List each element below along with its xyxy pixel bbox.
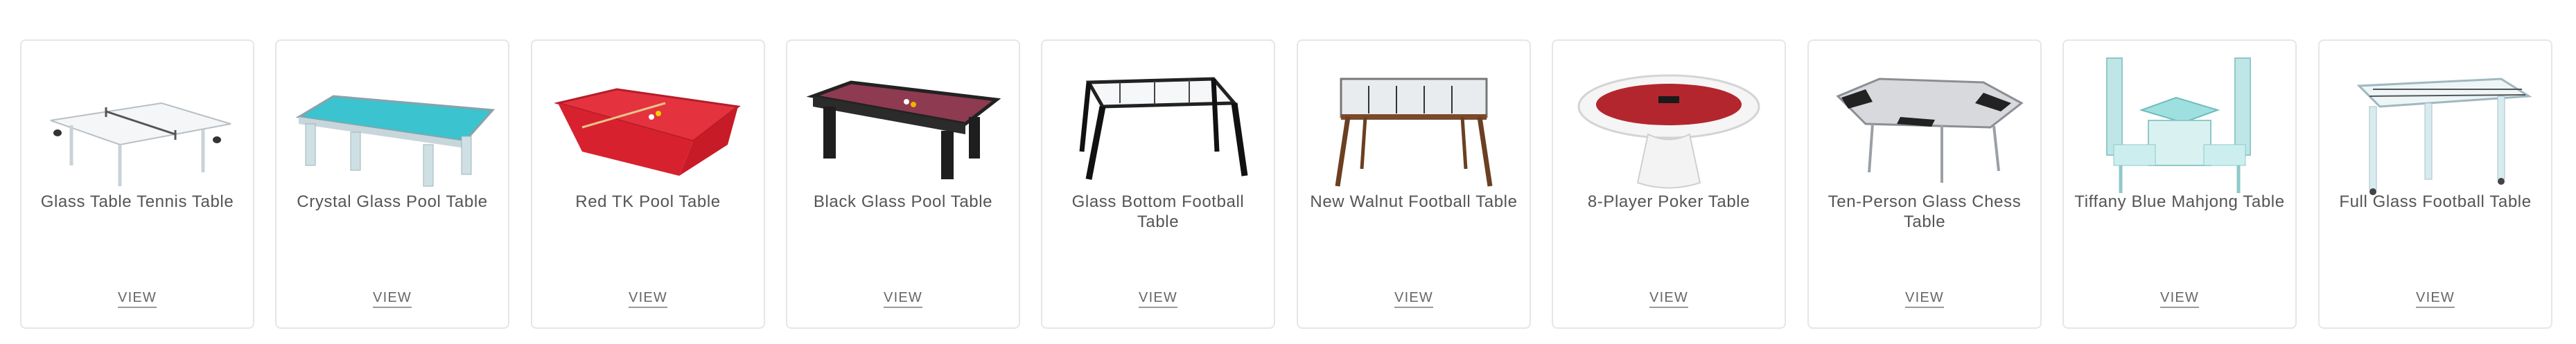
full-glass-football-table-image[interactable]: [2328, 48, 2543, 214]
view-button[interactable]: VIEW: [1905, 290, 1944, 308]
product-title[interactable]: 8-Player Poker Table: [1561, 192, 1776, 212]
product-card[interactable]: Glass Table Tennis Table VIEW: [20, 39, 254, 329]
view-button[interactable]: VIEW: [884, 290, 922, 308]
ten-person-glass-chess-table-image[interactable]: [1817, 48, 2032, 214]
view-button[interactable]: VIEW: [2160, 290, 2199, 308]
glass-bottom-football-table-image[interactable]: [1051, 48, 1265, 214]
product-card[interactable]: Crystal Glass Pool Table VIEW: [275, 39, 509, 329]
product-card[interactable]: Tiffany Blue Mahjong Table VIEW: [2062, 39, 2297, 329]
product-title[interactable]: New Walnut Football Table: [1306, 192, 1521, 212]
tiffany-blue-mahjong-table-image[interactable]: [2072, 48, 2287, 214]
product-card[interactable]: Black Glass Pool Table VIEW: [786, 39, 1020, 329]
product-card[interactable]: Full Glass Football Table VIEW: [2318, 39, 2552, 329]
glass-table-tennis-table-image[interactable]: [30, 48, 245, 214]
view-button[interactable]: VIEW: [1394, 290, 1433, 308]
view-button[interactable]: VIEW: [373, 290, 412, 308]
view-button[interactable]: VIEW: [118, 290, 157, 308]
product-card[interactable]: Ten-Person Glass Chess Table VIEW: [1807, 39, 2042, 329]
product-title[interactable]: Red TK Pool Table: [541, 192, 755, 212]
product-card[interactable]: Glass Bottom Football Table VIEW: [1041, 39, 1275, 329]
view-button[interactable]: VIEW: [629, 290, 667, 308]
product-card-row: Glass Table Tennis Table VIEW Crystal Gl…: [0, 0, 2576, 344]
product-title[interactable]: Glass Bottom Football Table: [1051, 192, 1265, 232]
new-walnut-football-table-image[interactable]: [1306, 48, 1521, 214]
view-button[interactable]: VIEW: [1139, 290, 1177, 308]
product-card[interactable]: New Walnut Football Table VIEW: [1297, 39, 1531, 329]
crystal-glass-pool-table-image[interactable]: [285, 48, 500, 214]
product-title[interactable]: Crystal Glass Pool Table: [285, 192, 500, 212]
red-tk-pool-table-image[interactable]: [541, 48, 755, 214]
product-title[interactable]: Full Glass Football Table: [2328, 192, 2543, 212]
view-button[interactable]: VIEW: [1649, 290, 1688, 308]
product-title[interactable]: Ten-Person Glass Chess Table: [1817, 192, 2032, 232]
product-card[interactable]: 8-Player Poker Table VIEW: [1552, 39, 1786, 329]
product-title[interactable]: Glass Table Tennis Table: [30, 192, 245, 212]
product-title[interactable]: Tiffany Blue Mahjong Table: [2072, 192, 2287, 212]
view-button[interactable]: VIEW: [2416, 290, 2455, 308]
black-glass-pool-table-image[interactable]: [796, 48, 1010, 214]
product-title[interactable]: Black Glass Pool Table: [796, 192, 1010, 212]
8-player-poker-table-image[interactable]: [1561, 48, 1776, 214]
product-card[interactable]: Red TK Pool Table VIEW: [531, 39, 765, 329]
